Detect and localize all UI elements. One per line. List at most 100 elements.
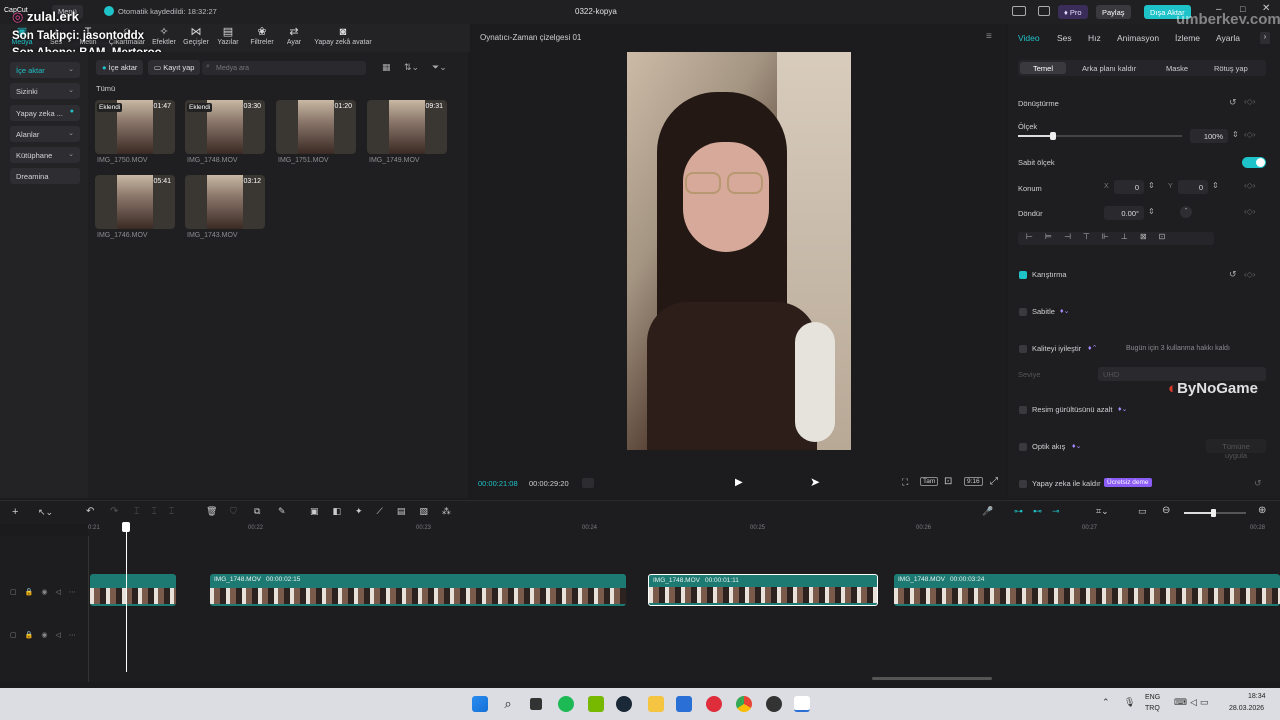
- timeline-clip[interactable]: IMG_1748.MOV 00:00:02:15: [210, 574, 626, 606]
- stepper-icon[interactable]: ⇕: [1212, 181, 1219, 190]
- edit-tools-icon[interactable]: ▣◧✦⟋▤▧⁂: [310, 506, 465, 517]
- magic-icon[interactable]: ✎: [278, 506, 286, 517]
- position-x-field[interactable]: 0: [1114, 180, 1144, 194]
- sidebar-item-spaces[interactable]: Alanlar ⌄: [10, 126, 80, 142]
- scale-slider-handle[interactable]: [1050, 132, 1056, 140]
- stepper-icon[interactable]: ⇕: [1148, 207, 1155, 216]
- keyframe-icon[interactable]: ‹◇›: [1244, 130, 1255, 139]
- keyframe-icon[interactable]: ‹◇›: [1244, 270, 1255, 279]
- keyframe-icon[interactable]: ‹◇›: [1244, 207, 1255, 216]
- network-volume-battery-icon[interactable]: ⌨◁▭: [1174, 697, 1211, 708]
- store-icon[interactable]: [676, 696, 692, 712]
- shield-icon[interactable]: ⛉: [230, 506, 237, 517]
- track-controls-icon[interactable]: ▢🔒◉◁⋯: [10, 588, 84, 596]
- reset-icon[interactable]: ↺: [1229, 269, 1237, 280]
- rotate-dial[interactable]: -: [1180, 206, 1192, 218]
- media-thumb[interactable]: Eklendi 01:47: [95, 100, 175, 154]
- search-icon[interactable]: ⌕: [500, 696, 516, 712]
- crop-tool-icon[interactable]: ⧉: [254, 506, 260, 517]
- stepper-icon[interactable]: ⇕: [1148, 181, 1155, 190]
- media-thumb[interactable]: 05:41: [95, 175, 175, 229]
- zoom-in-icon[interactable]: ⊕: [1258, 505, 1266, 516]
- subtab-basic[interactable]: Temel: [1020, 62, 1066, 74]
- media-thumb[interactable]: 09:31: [367, 100, 447, 154]
- scale-value[interactable]: 100%: [1190, 129, 1228, 143]
- zoom-slider[interactable]: [1184, 509, 1246, 517]
- stabilize-checkbox[interactable]: [1019, 308, 1027, 316]
- tab-ai-avatar[interactable]: ◙ Yapay zekâ avatar: [310, 26, 376, 46]
- tab-adjust[interactable]: ⇄ Ayar: [274, 26, 314, 46]
- import-button[interactable]: ● İçe aktar: [96, 60, 144, 75]
- chrome-icon[interactable]: [736, 696, 752, 712]
- sidebar-item-yours[interactable]: Sizinki ⌄: [10, 83, 80, 99]
- stepper-icon[interactable]: ⇕: [1232, 130, 1239, 139]
- tab-video[interactable]: Video: [1018, 33, 1040, 43]
- lang-primary[interactable]: ENG: [1145, 694, 1160, 701]
- sidebar-item-ai[interactable]: Yapay zeka ... ●: [10, 105, 80, 121]
- select-tool-icon[interactable]: ↖⌄: [38, 507, 53, 518]
- timeline-clip[interactable]: IMG_1748.MOV 00:00:03:24: [894, 574, 1280, 606]
- sidebar-item-dreamina[interactable]: Dreamina: [10, 168, 80, 184]
- video-preview[interactable]: [627, 52, 851, 450]
- uniform-scale-toggle[interactable]: [1242, 157, 1266, 168]
- media-thumb[interactable]: Eklendi 03:30: [185, 100, 265, 154]
- spotify-icon[interactable]: [558, 696, 574, 712]
- media-thumb[interactable]: 01:20: [276, 100, 356, 154]
- media-thumb[interactable]: 03:12: [185, 175, 265, 229]
- timeline-ruler[interactable]: 0:21 00:22 00:23 00:24 00:25 00:26 00:27…: [88, 524, 1280, 536]
- keyframe-icon[interactable]: ‹◇›: [1244, 181, 1255, 190]
- share-button[interactable]: Paylaş: [1096, 5, 1131, 19]
- preview-axis-icon[interactable]: ▭: [1138, 506, 1147, 517]
- snap-icon[interactable]: ⌗⌄: [1096, 506, 1109, 517]
- tab-audio-prop[interactable]: Ses: [1057, 33, 1072, 43]
- folder-icon[interactable]: [648, 696, 664, 712]
- reset-icon[interactable]: ↺: [1229, 97, 1237, 108]
- position-y-field[interactable]: 0: [1178, 180, 1208, 194]
- rotate-field[interactable]: 0.00°: [1104, 206, 1144, 220]
- zoom-out-icon[interactable]: ⊖: [1162, 505, 1170, 516]
- subtab-retouch[interactable]: Rötuş yap: [1214, 64, 1248, 73]
- obs-icon[interactable]: [766, 696, 782, 712]
- align-bar[interactable]: ⊢⊨⊣⊤⊩⊥⊠⊡: [1018, 232, 1214, 245]
- record-button[interactable]: ▭ Kayıt yap: [148, 60, 201, 75]
- task-view-icon[interactable]: [530, 698, 542, 710]
- tab-tracking[interactable]: İzleme: [1175, 33, 1200, 43]
- timecode-toggle-icon[interactable]: [582, 478, 594, 488]
- blend-checkbox[interactable]: [1019, 271, 1027, 279]
- level-select[interactable]: UHD: [1098, 367, 1266, 381]
- aspect-ratio-button[interactable]: 9:16: [964, 477, 983, 486]
- delete-icon[interactable]: 🗑: [206, 506, 217, 517]
- fullscreen-icon[interactable]: ⤢: [990, 476, 998, 487]
- zoom-slider-handle[interactable]: [1211, 509, 1216, 517]
- crop-icon[interactable]: ⛶: [902, 477, 908, 488]
- filter-icon[interactable]: ⏷⌄: [432, 62, 447, 73]
- full-quality-button[interactable]: Tam: [920, 477, 939, 486]
- shortcuts-icon[interactable]: [1038, 6, 1050, 16]
- capcut-icon[interactable]: [794, 696, 810, 712]
- tab-adjust-prop[interactable]: Ayarla: [1216, 33, 1240, 43]
- subtab-remove-bg[interactable]: Arka planı kaldır: [1082, 64, 1136, 73]
- clock-time[interactable]: 18:34: [1248, 693, 1266, 700]
- apply-all-button[interactable]: Tümüne uygula: [1206, 439, 1266, 460]
- split-tools-icon[interactable]: ⌶⌶⌶: [134, 506, 186, 517]
- clock-date[interactable]: 28.03.2026: [1229, 705, 1264, 712]
- chevron-right-icon[interactable]: ›: [1260, 32, 1270, 44]
- undo-icon[interactable]: ↶: [86, 506, 94, 517]
- opera-icon[interactable]: [706, 696, 722, 712]
- track-controls-icon[interactable]: ▢🔒◉◁⋯: [10, 631, 84, 639]
- timeline-clip-selected[interactable]: IMG_1748.MOV 00:00:01:11: [648, 574, 878, 606]
- subtab-mask[interactable]: Maske: [1166, 64, 1188, 73]
- redo-icon[interactable]: ↷: [110, 506, 118, 517]
- reset-icon[interactable]: ↺: [1254, 478, 1262, 489]
- timeline-scrollbar[interactable]: [872, 677, 992, 680]
- tab-animation[interactable]: Animasyon: [1117, 33, 1159, 43]
- mic-icon[interactable]: 🎤: [982, 506, 993, 517]
- mic-tray-icon[interactable]: 🎙: [1124, 697, 1135, 708]
- media-search-input[interactable]: [202, 61, 366, 75]
- nvidia-icon[interactable]: [588, 696, 604, 712]
- layout-icon[interactable]: [1012, 6, 1026, 16]
- steam-icon[interactable]: [616, 696, 632, 712]
- menu-icon[interactable]: ≡: [986, 31, 992, 42]
- optical-flow-checkbox[interactable]: [1019, 443, 1027, 451]
- keyframe-icon[interactable]: ‹◇›: [1244, 97, 1255, 106]
